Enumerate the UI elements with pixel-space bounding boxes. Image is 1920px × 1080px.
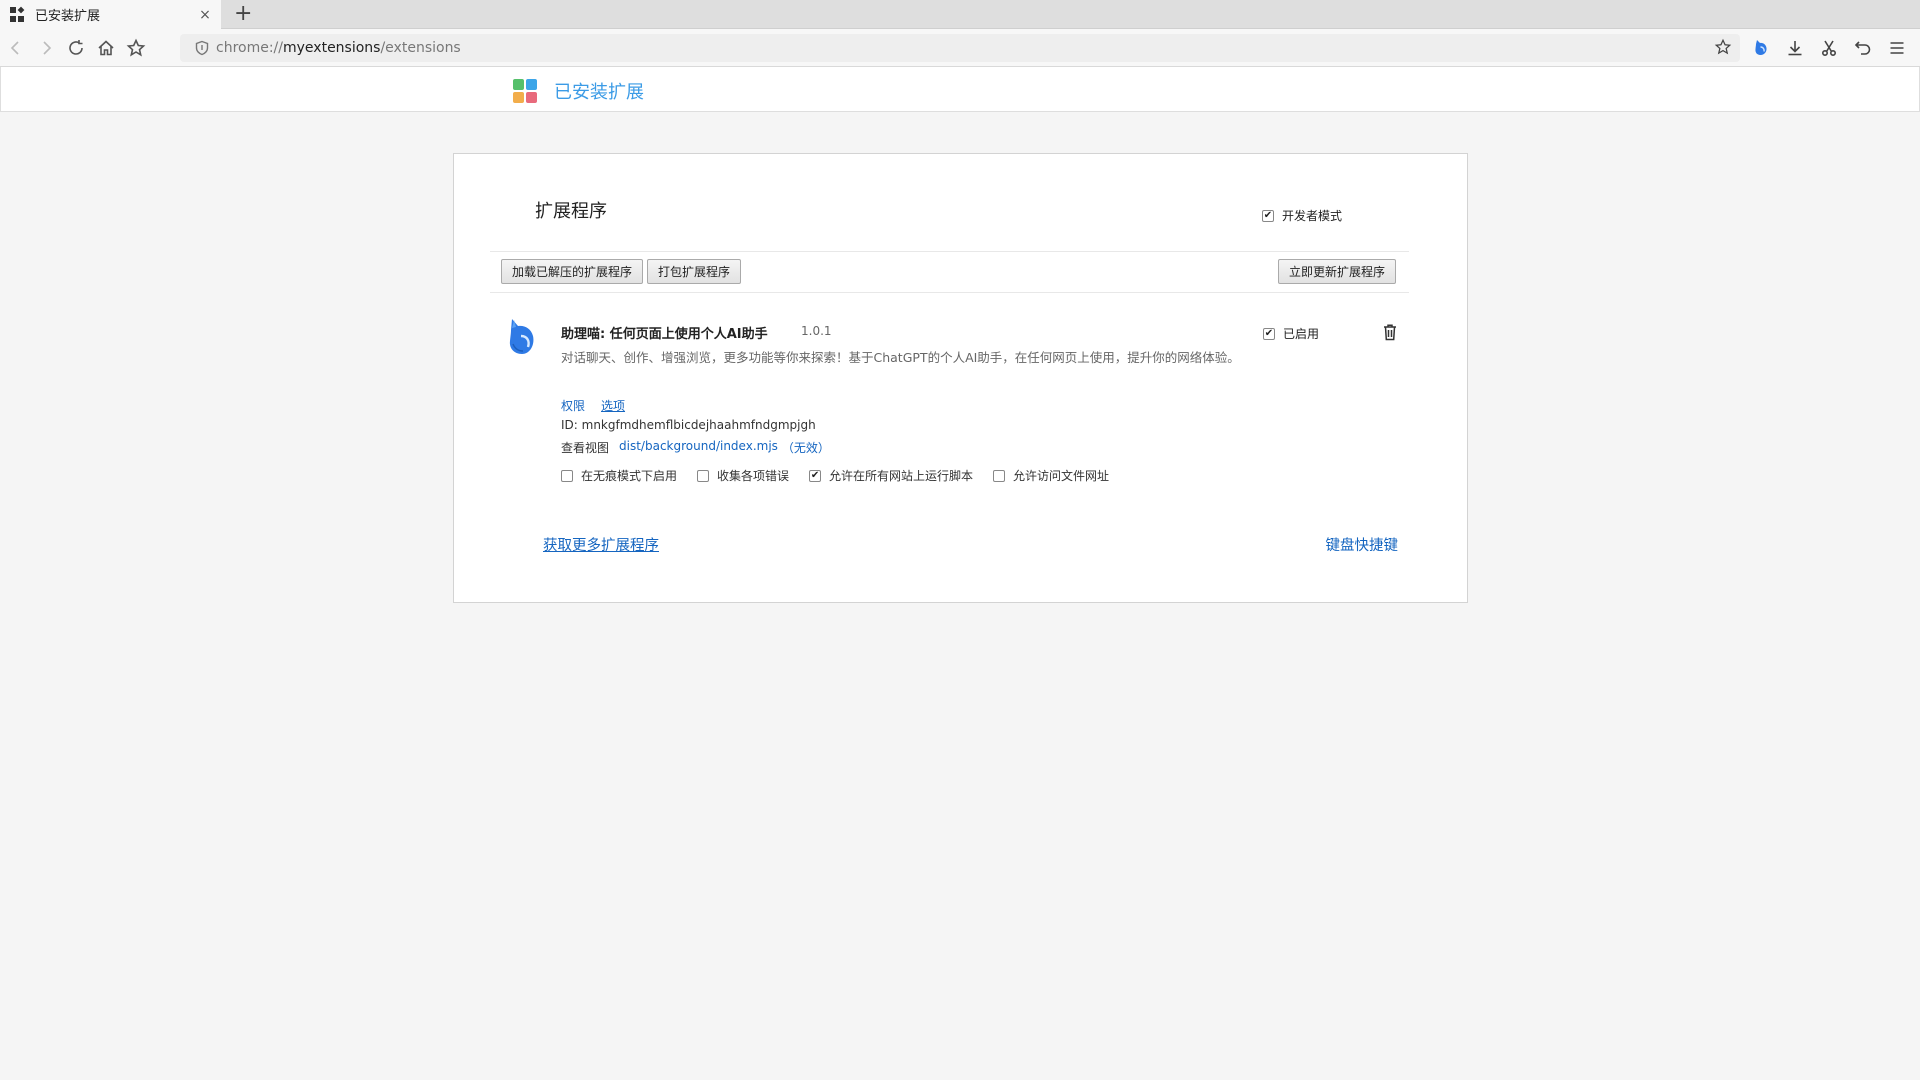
option-label: 允许在所有网站上运行脚本 (829, 469, 974, 483)
enabled-toggle[interactable]: 已启用 (1263, 325, 1319, 342)
divider (490, 251, 1409, 252)
address-bar[interactable]: chrome://myextensions/extensions (180, 34, 1740, 62)
keyboard-shortcuts-link[interactable]: 键盘快捷键 (1326, 534, 1399, 555)
star-icon (126, 38, 146, 56)
option-label: 允许访问文件网址 (1013, 469, 1110, 483)
extension-description: 对话聊天、创作、增强浏览，更多功能等你来探索！基于ChatGPT的个人AI助手，… (561, 350, 1240, 365)
tab-strip: 已安装扩展 × + (0, 0, 1920, 29)
reload-icon (69, 39, 83, 55)
update-extensions-button[interactable]: 立即更新扩展程序 (1278, 259, 1397, 284)
menu-button[interactable] (1882, 33, 1912, 63)
back-button[interactable] (1, 33, 31, 63)
tab-extensions[interactable]: 已安装扩展 × (0, 0, 221, 29)
screenshot-button[interactable] (1814, 33, 1844, 63)
collect-errors-checkbox[interactable] (697, 469, 710, 482)
tab-title: 已安装扩展 (35, 9, 101, 24)
page-header: 已安装扩展 (0, 67, 1920, 112)
background-view-link[interactable]: dist/background/index.mjs (619, 439, 778, 456)
forward-arrow-icon (43, 40, 52, 55)
close-tab-icon[interactable]: × (195, 7, 215, 23)
load-unpacked-button[interactable]: 加载已解压的扩展程序 (501, 259, 644, 284)
home-icon (98, 39, 114, 55)
url-host: myextensions (283, 40, 381, 56)
option-incognito[interactable]: 在无痕模式下启用 (561, 467, 677, 484)
scissors-icon (1821, 40, 1837, 57)
assistant-extension-button[interactable] (1746, 33, 1776, 63)
option-file-urls[interactable]: 允许访问文件网址 (993, 467, 1109, 484)
enabled-checkbox[interactable] (1263, 327, 1275, 340)
option-label: 收集各项错误 (717, 469, 790, 483)
forward-button[interactable] (31, 33, 61, 63)
url-scheme: chrome:// (216, 40, 283, 56)
back-arrow-icon (10, 40, 19, 55)
trash-icon[interactable] (1382, 323, 1398, 341)
all-sites-checkbox[interactable] (809, 469, 822, 482)
view-status: （无效） (781, 441, 830, 455)
cat-icon (1755, 40, 1767, 55)
developer-mode-label: 开发者模式 (1282, 209, 1343, 223)
inspect-views: 查看视图 dist/background/index.mjs （无效） (561, 439, 830, 456)
extensions-heading: 扩展程序 (535, 201, 607, 222)
incognito-checkbox[interactable] (561, 469, 573, 482)
extension-links: 权限 选项 (561, 397, 625, 414)
extension-version: 1.0.1 (801, 324, 832, 338)
browser-toolbar: chrome://myextensions/extensions (0, 29, 1920, 67)
option-all-sites[interactable]: 允许在所有网站上运行脚本 (809, 467, 973, 484)
bookmark-star-icon[interactable] (1714, 38, 1732, 60)
shield-icon (194, 40, 210, 56)
option-collect-errors[interactable]: 收集各项错误 (697, 467, 789, 484)
get-more-extensions-link[interactable]: 获取更多扩展程序 (543, 534, 659, 555)
divider (490, 292, 1409, 293)
bookmarks-button[interactable] (121, 33, 151, 63)
download-icon (1788, 41, 1802, 56)
extension-name: 助理喵: 任何页面上使用个人AI助手 (561, 327, 768, 342)
pack-extension-button[interactable]: 打包扩展程序 (647, 259, 742, 284)
developer-mode-checkbox[interactable] (1262, 209, 1274, 222)
extensions-logo-icon (513, 79, 537, 103)
downloads-button[interactable] (1780, 33, 1810, 63)
new-tab-button[interactable]: + (234, 2, 252, 26)
extension-options: 在无痕模式下启用 收集各项错误 允许在所有网站上运行脚本 允许访问文件网址 (561, 467, 1129, 484)
extension-id: ID: mnkgfmdhemflbicdejhaahmfndgmpjgh (561, 418, 816, 432)
home-button[interactable] (91, 33, 121, 63)
page-title: 已安装扩展 (554, 82, 644, 103)
extensions-card: 扩展程序 开发者模式 加载已解压的扩展程序 打包扩展程序 立即更新扩展程序 助理… (453, 153, 1468, 603)
permissions-link[interactable]: 权限 (561, 397, 585, 414)
hamburger-menu-icon (1890, 42, 1904, 54)
cat-icon (504, 316, 540, 360)
inspect-views-label: 查看视图 (561, 441, 610, 455)
options-link[interactable]: 选项 (601, 397, 625, 414)
undo-icon (1854, 41, 1871, 55)
reload-button[interactable] (61, 33, 91, 63)
option-label: 在无痕模式下启用 (581, 469, 678, 483)
toolbar-right-icons (1746, 33, 1912, 63)
apps-icon (10, 6, 26, 23)
undo-close-tab-button[interactable] (1848, 33, 1878, 63)
url-path: /extensions (380, 40, 461, 56)
developer-mode-toggle[interactable]: 开发者模式 (1262, 207, 1342, 224)
enabled-label: 已启用 (1283, 327, 1320, 341)
file-urls-checkbox[interactable] (993, 469, 1006, 482)
